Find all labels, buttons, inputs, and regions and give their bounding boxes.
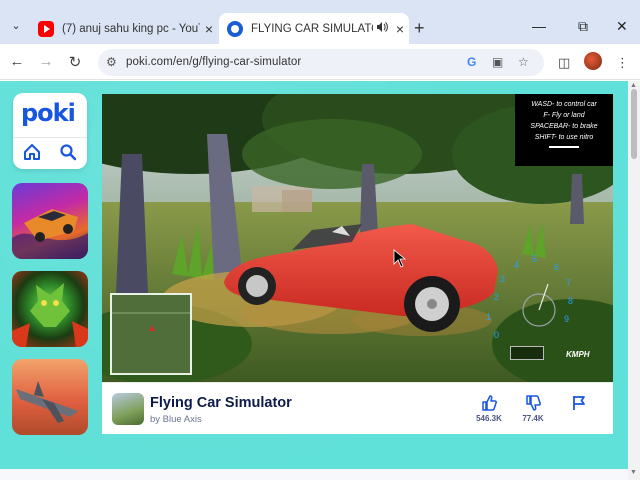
scrollbar[interactable]: ▲ ▼ [628, 81, 640, 480]
browser-toolbar: ← → ↻ ⚙ poki.com/en/g/flying-car-simulat… [0, 44, 640, 80]
google-icon[interactable]: G [467, 55, 476, 69]
game-info-bar: Flying Car Simulator by Blue Axis 546.3K… [102, 382, 613, 434]
minimap [110, 293, 192, 375]
divider [549, 146, 579, 148]
minimize-icon[interactable]: — [532, 18, 546, 34]
youtube-icon [38, 20, 54, 37]
restore-icon[interactable]: ⧉ [578, 18, 588, 35]
game-thumbnail-racing[interactable] [12, 183, 88, 259]
window-close-icon[interactable]: ✕ [616, 18, 628, 35]
scroll-up-icon[interactable]: ▲ [630, 82, 637, 89]
game-thumbnail-monster[interactable] [12, 271, 88, 347]
tab-poki[interactable]: FLYING CAR SIMULATOR - Play Online × [219, 13, 409, 44]
like-count: 546.3K [476, 414, 502, 423]
scroll-thumb[interactable] [631, 89, 637, 159]
tab-title: (7) anuj sahu king pc - YouTube [62, 22, 200, 35]
poki-logo[interactable]: poki [21, 99, 76, 127]
dislike-count: 77.4K [522, 414, 544, 423]
close-icon[interactable]: × [391, 21, 409, 37]
game-icon [112, 393, 144, 425]
flag-icon [573, 396, 585, 410]
home-icon[interactable] [23, 143, 41, 161]
thumbs-up-icon [482, 395, 497, 411]
gauge-tick: 3 [500, 274, 505, 284]
gauge-tick: 2 [494, 292, 499, 302]
thumbs-down-icon [526, 395, 541, 411]
instruction-line: SPACEBAR- to brake [530, 123, 598, 130]
scroll-down-icon[interactable]: ▼ [630, 469, 637, 476]
search-icon[interactable] [59, 143, 77, 161]
tab-title: FLYING CAR SIMULATOR - Play Online [251, 22, 373, 35]
game-title: Flying Car Simulator [150, 395, 292, 411]
speaker-icon[interactable] [373, 22, 391, 35]
page-footer-strip [0, 469, 628, 480]
gauge-tick: 7 [566, 278, 571, 288]
divider [13, 137, 87, 138]
poki-icon [227, 20, 243, 37]
site-info-icon[interactable]: ⚙ [106, 55, 117, 69]
gauge-tick: 0 [494, 330, 499, 340]
back-icon[interactable]: ← [8, 53, 26, 70]
tab-youtube[interactable]: (7) anuj sahu king pc - YouTube × [32, 13, 218, 44]
gauge-tick: 6 [554, 262, 559, 272]
tab-search-button[interactable]: ⌄ [6, 16, 26, 36]
developer-name[interactable]: by Blue Axis [150, 414, 202, 425]
reload-icon[interactable]: ↻ [66, 53, 84, 71]
poki-page: poki 2 3 4 5 6 7 8 9 1 0 WASD- to contro… [0, 81, 640, 480]
logo-card: poki [13, 93, 87, 169]
speed-unit: KMPH [566, 350, 590, 359]
controls-panel: WASD- to control car F- Fly or land SPAC… [515, 94, 613, 166]
url-text[interactable]: poki.com/en/g/flying-car-simulator [126, 56, 301, 68]
avatar[interactable] [584, 52, 602, 70]
game-canvas[interactable]: 2 3 4 5 6 7 8 9 1 0 WASD- to control car… [102, 94, 613, 382]
dislike-button[interactable]: 77.4K [518, 395, 548, 423]
speedometer: KMPH [510, 346, 590, 364]
install-app-icon[interactable]: ▣ [492, 55, 503, 69]
forward-icon[interactable]: → [37, 53, 55, 70]
gauge-tick: 9 [564, 314, 569, 324]
menu-kebab-icon[interactable]: ⋮ [616, 55, 629, 71]
report-button[interactable] [564, 395, 594, 411]
gauge-tick: 8 [568, 296, 573, 306]
gauge-tick: 4 [514, 260, 519, 270]
address-bar[interactable]: ⚙ poki.com/en/g/flying-car-simulator G ▣… [98, 49, 544, 76]
instruction-line: SHIFT- to use nitro [534, 134, 594, 141]
instruction-line: F- Fly or land [543, 112, 585, 119]
game-thumbnail-jet[interactable] [12, 359, 88, 435]
close-icon[interactable]: × [200, 21, 218, 37]
gauge-tick: 5 [532, 254, 537, 264]
like-button[interactable]: 546.3K [474, 395, 504, 423]
bookmark-star-icon[interactable]: ☆ [518, 55, 529, 69]
tab-strip: ⌄ (7) anuj sahu king pc - YouTube × FLYI… [0, 0, 640, 44]
player-marker-icon [149, 325, 155, 331]
instruction-line: WASD- to control car [531, 101, 597, 108]
new-tab-button[interactable]: + [414, 18, 425, 39]
side-panel-icon[interactable]: ◫ [558, 55, 570, 71]
gauge-tick: 1 [486, 312, 491, 322]
speed-readout [510, 346, 544, 360]
